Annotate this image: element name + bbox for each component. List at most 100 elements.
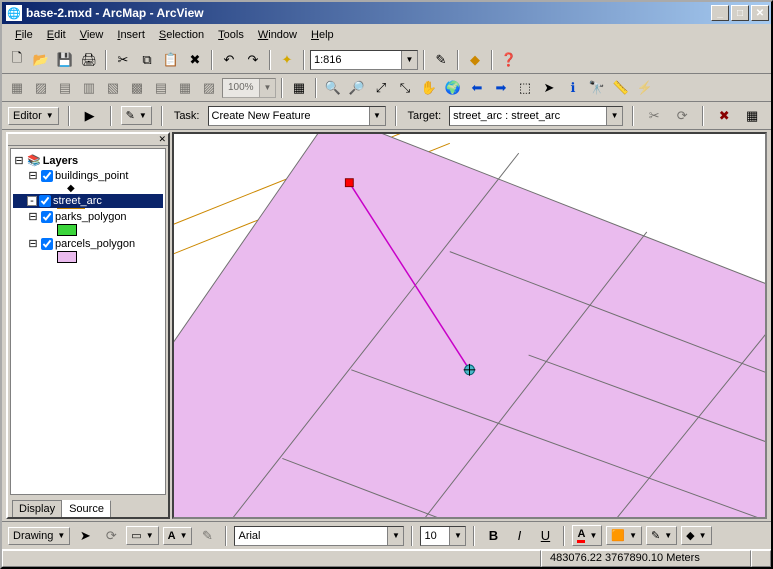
paste-icon[interactable]: 📋 [160,49,182,71]
undo-icon[interactable]: ↶ [218,49,240,71]
layer-checkbox[interactable] [39,195,51,207]
toolbar-edit: ▦ ▨ ▤ ▥ ▧ ▩ ▤ ▦ ▨ 100% ▼ ▦ 🔍 🔎 ⤢ ⤡ ✋ 🌍 ⬅… [2,74,771,102]
italic-button[interactable]: I [508,525,530,547]
toolbar-drawing: Drawing ▼ ➤ ⟳ ▭▼ A▼ ✎ Arial ▼ 10 ▼ B I U… [2,521,771,549]
layer-checkbox[interactable] [41,170,53,182]
identify-icon[interactable]: ℹ [562,77,584,99]
layers-icon: 📚 [27,154,41,167]
menu-selection[interactable]: Selection [152,27,211,43]
window-title: base-2.mxd - ArcMap - ArcView [26,6,709,20]
menu-insert[interactable]: Insert [110,27,152,43]
full-extent-icon[interactable]: 🌍 [442,77,464,99]
collapse-icon[interactable]: ⊟ [27,210,39,223]
target-label: Target: [406,110,444,122]
open-icon[interactable]: 📂 [30,49,52,71]
fill-color-menu[interactable]: 🟧▼ [606,526,642,545]
tool-9-icon: ▨ [198,77,220,99]
tab-source[interactable]: Source [62,500,111,517]
layer-checkbox[interactable] [41,238,53,250]
menu-file[interactable]: File [8,27,40,43]
scale-dropdown[interactable]: 1:816 ▼ [310,50,418,70]
select-features-icon[interactable]: ⬚ [514,77,536,99]
layout-icon[interactable]: ▦ [288,77,310,99]
tool-1-icon: ▦ [6,77,28,99]
content-area: ✕ ⊟ 📚 Layers ⊟ buildings_point ◆ - stree… [2,130,771,521]
chevron-down-icon: ▼ [46,111,54,120]
rotate-element-icon: ⟳ [100,525,122,547]
statusbar: 483076.22 3767890.10 Meters [2,549,771,567]
font-size-dropdown[interactable]: 10 ▼ [420,526,466,546]
save-icon[interactable]: 💾 [54,49,76,71]
collapse-icon[interactable]: ⊟ [13,154,25,167]
chevron-down-icon[interactable]: ▼ [401,51,417,69]
menu-help[interactable]: Help [304,27,341,43]
toc-tree[interactable]: ⊟ 📚 Layers ⊟ buildings_point ◆ - street_… [10,148,166,495]
sketch-tool-menu[interactable]: ✎ ▼ [121,106,152,125]
editor-menu[interactable]: Editor ▼ [8,107,59,125]
collapse-icon[interactable]: ⊟ [27,237,39,250]
rectangle-menu[interactable]: ▭▼ [126,526,158,545]
drawing-menu[interactable]: Drawing ▼ [8,527,70,545]
pointer-icon[interactable]: ➤ [538,77,560,99]
select-elements-icon[interactable]: ➤ [74,525,96,547]
underline-button[interactable]: U [534,525,556,547]
text-tool-menu[interactable]: A▼ [163,527,193,545]
status-message [2,550,541,567]
collapse-icon[interactable]: - [27,196,37,206]
pencil-icon: ✎ [126,109,135,122]
tool-4-icon: ▥ [78,77,100,99]
menu-view[interactable]: View [73,27,111,43]
layer-checkbox[interactable] [41,211,53,223]
find-icon[interactable]: 🔭 [586,77,608,99]
toc-item-parcels: ⊟ parcels_polygon [13,236,163,251]
polygon-symbol-parks [57,224,77,236]
status-resize-grip[interactable] [751,550,771,567]
zoom-in-icon[interactable]: 🔍 [322,77,344,99]
chevron-down-icon[interactable]: ▼ [387,527,403,545]
map-svg [174,134,765,517]
collapse-icon[interactable]: ⊟ [27,169,39,182]
new-icon[interactable]: 🗋 [6,49,28,71]
app-window: 🌐 base-2.mxd - ArcMap - ArcView _ □ ✕ Fi… [0,0,773,569]
add-data-icon[interactable]: ✦ [276,49,298,71]
delete-icon[interactable]: ✖ [184,49,206,71]
menu-window[interactable]: Window [251,27,304,43]
pan-icon[interactable]: ✋ [418,77,440,99]
whats-this-icon[interactable]: ❓ [498,49,520,71]
back-icon[interactable]: ⬅ [466,77,488,99]
close-button[interactable]: ✕ [751,5,769,21]
cut-icon[interactable]: ✂ [112,49,134,71]
font-name-dropdown[interactable]: Arial ▼ [234,526,404,546]
chevron-down-icon[interactable]: ▼ [449,527,465,545]
point-symbol: ◆ [67,183,163,194]
edit-tool-icon[interactable]: ▶ [79,105,101,127]
zoom-out-icon[interactable]: 🔎 [346,77,368,99]
minimize-button[interactable]: _ [711,5,729,21]
print-icon[interactable]: 🖨 [78,49,100,71]
line-color-menu[interactable]: ✎▼ [646,526,677,545]
menu-edit[interactable]: Edit [40,27,73,43]
forward-icon[interactable]: ➡ [490,77,512,99]
copy-icon[interactable]: ⧉ [136,49,158,71]
toc-close[interactable]: ✕ [8,134,168,146]
chevron-down-icon[interactable]: ▼ [369,107,385,125]
target-dropdown[interactable]: street_arc : street_arc ▼ [449,106,623,126]
chevron-down-icon[interactable]: ▼ [606,107,622,125]
menu-tools[interactable]: Tools [211,27,251,43]
redo-icon[interactable]: ↷ [242,49,264,71]
font-color-menu[interactable]: A▼ [572,525,602,546]
tab-display[interactable]: Display [12,500,62,517]
attributes-icon[interactable]: ✖ [713,105,735,127]
fixed-zoom-in-icon[interactable]: ⤢ [370,77,392,99]
measure-icon[interactable]: 📏 [610,77,632,99]
bold-button[interactable]: B [482,525,504,547]
map-canvas[interactable] [172,132,767,519]
task-dropdown[interactable]: Create New Feature ▼ [208,106,386,126]
editor-toolbar-icon[interactable]: ✎ [430,49,452,71]
sketch-properties-icon[interactable]: ▦ [741,105,763,127]
marker-color-menu[interactable]: ◆▼ [681,526,711,545]
toc-panel: ✕ ⊟ 📚 Layers ⊟ buildings_point ◆ - stree… [6,132,170,519]
arccatalog-icon[interactable]: ◆ [464,49,486,71]
fixed-zoom-out-icon[interactable]: ⤡ [394,77,416,99]
maximize-button[interactable]: □ [731,5,749,21]
